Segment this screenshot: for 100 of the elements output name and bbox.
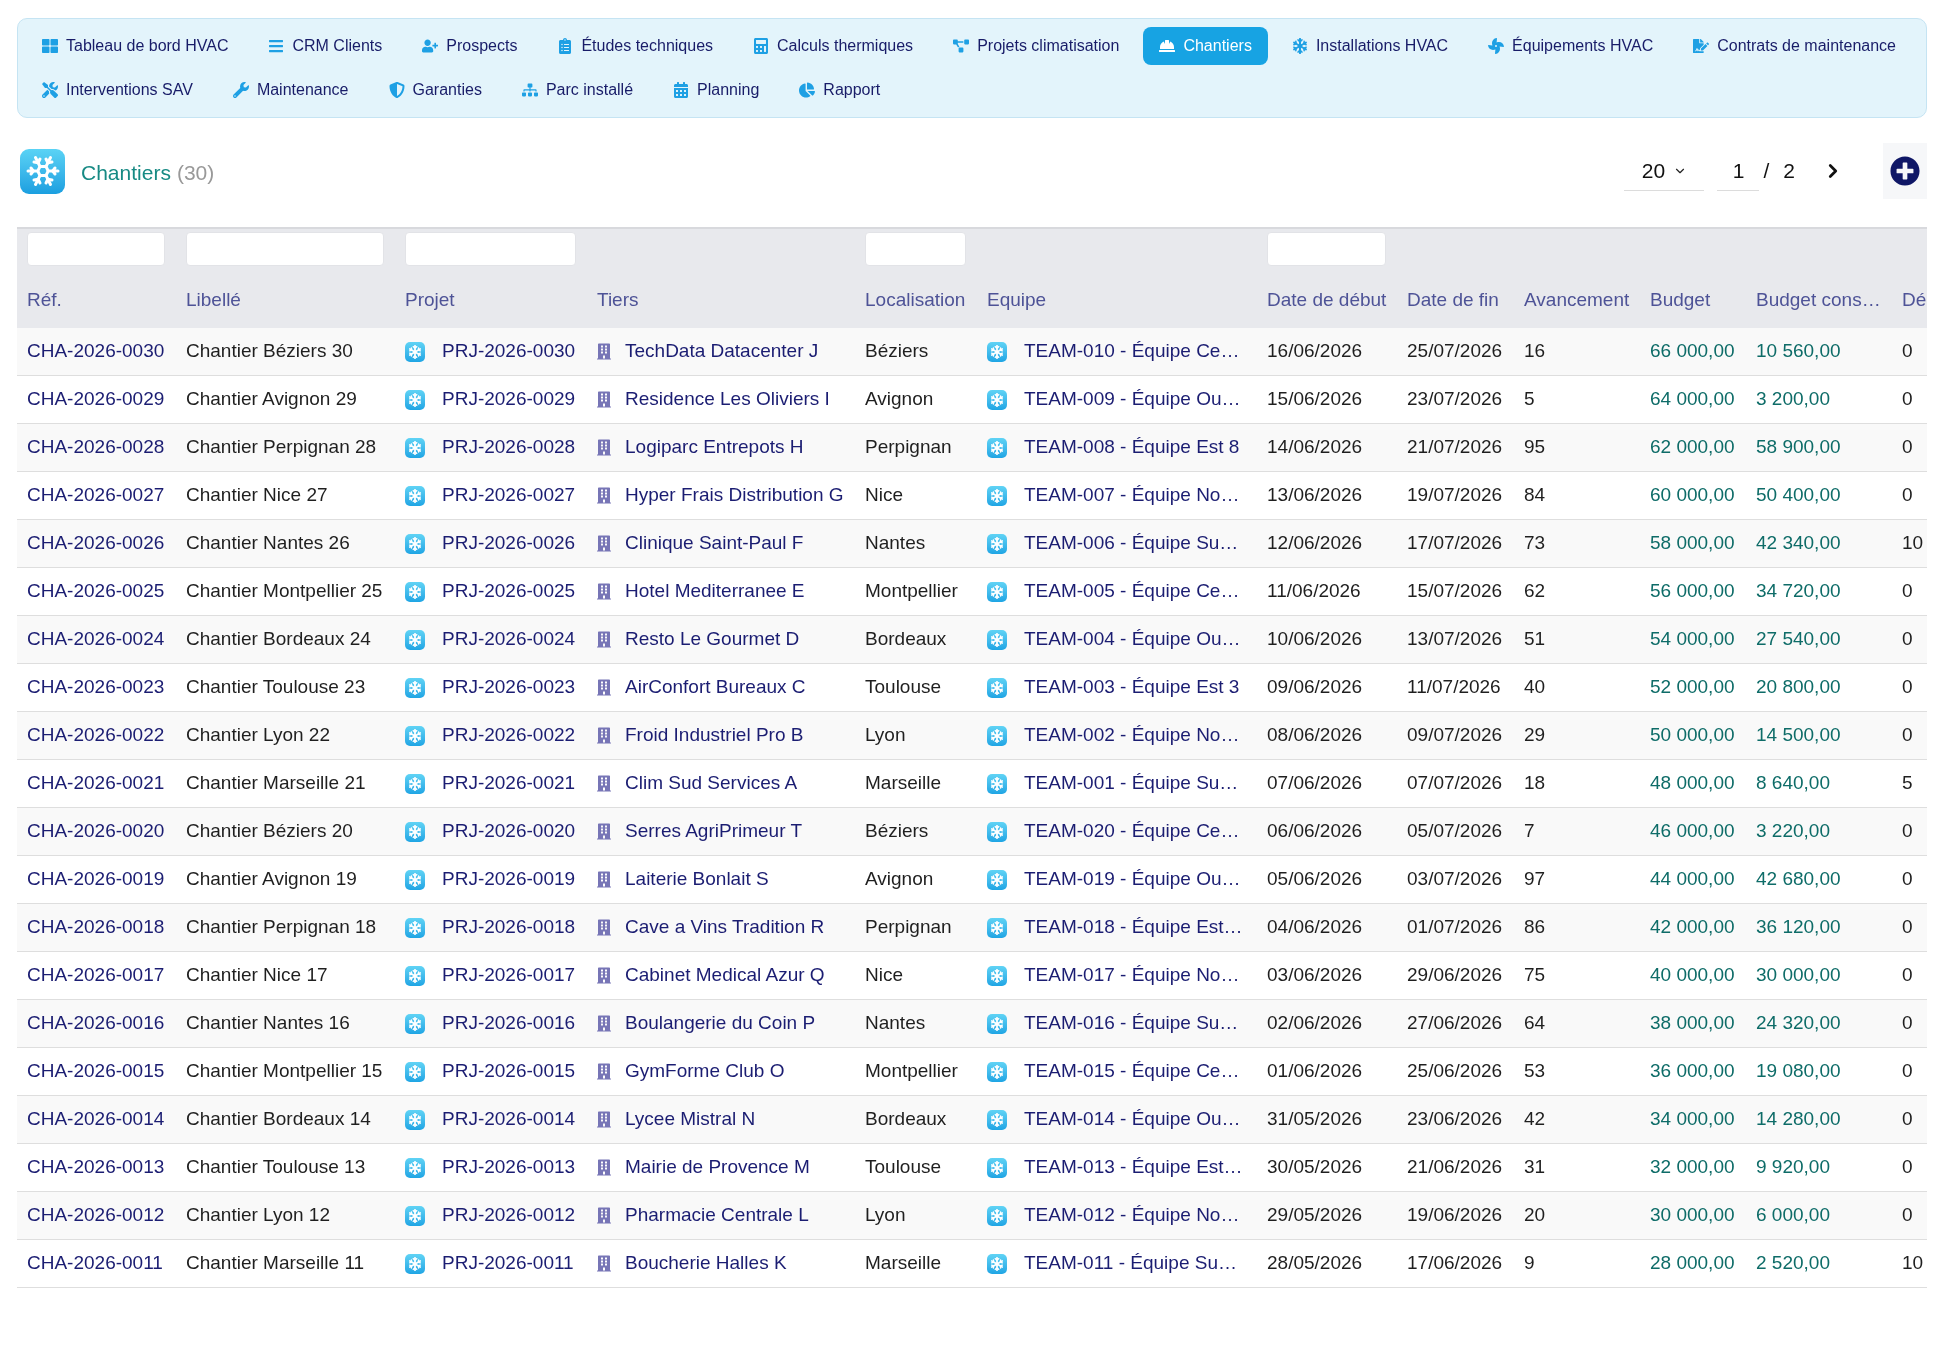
nav-tab[interactable]: Études techniques	[541, 27, 730, 65]
project-link[interactable]: PRJ-2026-0016	[442, 1009, 576, 1038]
nav-tab[interactable]: Parc installé	[505, 71, 650, 109]
add-button[interactable]	[1883, 143, 1927, 199]
team-link[interactable]: TEAM-016 - Équipe Su…	[1024, 1009, 1239, 1038]
ref-link[interactable]: CHA-2026-0011	[27, 1249, 163, 1278]
filter-field[interactable]	[405, 232, 576, 266]
ref-link[interactable]: CHA-2026-0026	[27, 529, 165, 558]
nav-tab[interactable]: Installations HVAC	[1275, 27, 1465, 65]
nav-tab[interactable]: CRM Clients	[252, 27, 399, 65]
team-link[interactable]: TEAM-002 - Équipe No…	[1024, 721, 1240, 750]
team-link[interactable]: TEAM-019 - Équipe Ou…	[1024, 865, 1241, 894]
project-link[interactable]: PRJ-2026-0022	[442, 721, 576, 750]
team-link[interactable]: TEAM-008 - Équipe Est 8	[1024, 433, 1240, 462]
ref-link[interactable]: CHA-2026-0016	[27, 1009, 165, 1038]
team-link[interactable]: TEAM-014 - Équipe Ou…	[1024, 1105, 1241, 1134]
company-link[interactable]: Logiparc Entrepots H	[625, 433, 804, 462]
company-link[interactable]: Cave a Vins Tradition R	[625, 913, 825, 942]
nav-tab[interactable]: Contrats de maintenance	[1677, 27, 1912, 65]
company-link[interactable]: Boulangerie du Coin P	[625, 1009, 816, 1038]
project-link[interactable]: PRJ-2026-0024	[442, 625, 576, 654]
ref-link[interactable]: CHA-2026-0018	[27, 913, 165, 942]
team-link[interactable]: TEAM-011 - Équipe Su…	[1024, 1249, 1237, 1278]
company-link[interactable]: Clinique Saint-Paul F	[625, 529, 804, 558]
team-link[interactable]: TEAM-001 - Équipe Su…	[1024, 769, 1239, 798]
team-link[interactable]: TEAM-017 - Équipe No…	[1024, 961, 1240, 990]
nav-tab[interactable]: Calculs thermiques	[737, 27, 930, 65]
ref-link[interactable]: CHA-2026-0029	[27, 385, 165, 414]
nav-tab[interactable]: Rapport	[783, 71, 897, 109]
ref-link[interactable]: CHA-2026-0022	[27, 721, 165, 750]
filter-field[interactable]	[865, 232, 966, 266]
team-link[interactable]: TEAM-010 - Équipe Ce…	[1024, 337, 1240, 366]
company-link[interactable]: TechData Datacenter J	[625, 337, 819, 366]
nav-tab[interactable]: Prospects	[406, 27, 534, 65]
company-link[interactable]: Boucherie Halles K	[625, 1249, 787, 1278]
team-link[interactable]: TEAM-012 - Équipe No…	[1024, 1201, 1240, 1230]
company-link[interactable]: Serres AgriPrimeur T	[625, 817, 803, 846]
project-link[interactable]: PRJ-2026-0030	[442, 337, 576, 366]
company-link[interactable]: Hotel Mediterranee E	[625, 577, 805, 606]
company-link[interactable]: Cabinet Medical Azur Q	[625, 961, 825, 990]
company-link[interactable]: Laiterie Bonlait S	[625, 865, 769, 894]
team-link[interactable]: TEAM-003 - Équipe Est 3	[1024, 673, 1240, 702]
team-link[interactable]: TEAM-015 - Équipe Ce…	[1024, 1057, 1240, 1086]
team-link[interactable]: TEAM-004 - Équipe Ou…	[1024, 625, 1241, 654]
project-link[interactable]: PRJ-2026-0011	[442, 1249, 574, 1278]
team-link[interactable]: TEAM-007 - Équipe No…	[1024, 481, 1240, 510]
company-link[interactable]: Pharmacie Centrale L	[625, 1201, 809, 1230]
team-link[interactable]: TEAM-006 - Équipe Su…	[1024, 529, 1239, 558]
ref-link[interactable]: CHA-2026-0027	[27, 481, 165, 510]
team-link[interactable]: TEAM-009 - Équipe Ou…	[1024, 385, 1241, 414]
ref-link[interactable]: CHA-2026-0013	[27, 1153, 165, 1182]
project-link[interactable]: PRJ-2026-0021	[442, 769, 576, 798]
project-link[interactable]: PRJ-2026-0012	[442, 1201, 576, 1230]
ref-link[interactable]: CHA-2026-0017	[27, 961, 165, 990]
filter-field[interactable]	[186, 232, 384, 266]
nav-tab[interactable]: Équipements HVAC	[1472, 27, 1670, 65]
company-link[interactable]: AirConfort Bureaux C	[625, 673, 806, 702]
filter-field[interactable]	[1267, 232, 1386, 266]
company-link[interactable]: Mairie de Provence M	[625, 1153, 810, 1182]
team-link[interactable]: TEAM-005 - Équipe Ce…	[1024, 577, 1240, 606]
page-field[interactable]: 1	[1717, 151, 1760, 191]
nav-tab[interactable]: Interventions SAV	[26, 71, 209, 109]
filter-field[interactable]	[27, 232, 165, 266]
nav-tab[interactable]: Garanties	[372, 71, 498, 109]
team-link[interactable]: TEAM-013 - Équipe Est…	[1024, 1153, 1243, 1182]
team-link[interactable]: TEAM-018 - Équipe Est…	[1024, 913, 1243, 942]
ref-link[interactable]: CHA-2026-0012	[27, 1201, 165, 1230]
company-link[interactable]: Residence Les Oliviers I	[625, 385, 830, 414]
nav-tab[interactable]: Maintenance	[216, 71, 365, 109]
project-link[interactable]: PRJ-2026-0028	[442, 433, 576, 462]
project-link[interactable]: PRJ-2026-0013	[442, 1153, 576, 1182]
ref-link[interactable]: CHA-2026-0019	[27, 865, 165, 894]
project-link[interactable]: PRJ-2026-0023	[442, 673, 576, 702]
ref-link[interactable]: CHA-2026-0024	[27, 625, 165, 654]
ref-link[interactable]: CHA-2026-0021	[27, 769, 165, 798]
nav-tab[interactable]: Projets climatisation	[937, 27, 1136, 65]
project-link[interactable]: PRJ-2026-0027	[442, 481, 576, 510]
project-link[interactable]: PRJ-2026-0029	[442, 385, 576, 414]
project-link[interactable]: PRJ-2026-0014	[442, 1105, 576, 1134]
project-link[interactable]: PRJ-2026-0019	[442, 865, 576, 894]
ref-link[interactable]: CHA-2026-0014	[27, 1105, 165, 1134]
company-link[interactable]: Clim Sud Services A	[625, 769, 798, 798]
nav-tab[interactable]: Tableau de bord HVAC	[26, 27, 245, 65]
project-link[interactable]: PRJ-2026-0018	[442, 913, 576, 942]
ref-link[interactable]: CHA-2026-0020	[27, 817, 165, 846]
company-link[interactable]: GymForme Club O	[625, 1057, 785, 1086]
project-link[interactable]: PRJ-2026-0015	[442, 1057, 576, 1086]
project-link[interactable]: PRJ-2026-0026	[442, 529, 576, 558]
ref-link[interactable]: CHA-2026-0023	[27, 673, 165, 702]
ref-link[interactable]: CHA-2026-0025	[27, 577, 165, 606]
ref-link[interactable]: CHA-2026-0015	[27, 1057, 165, 1086]
project-link[interactable]: PRJ-2026-0017	[442, 961, 576, 990]
company-link[interactable]: Resto Le Gourmet D	[625, 625, 800, 654]
company-link[interactable]: Lycee Mistral N	[625, 1105, 756, 1134]
project-link[interactable]: PRJ-2026-0025	[442, 577, 576, 606]
company-link[interactable]: Froid Industriel Pro B	[625, 721, 804, 750]
page-size-select[interactable]: 20	[1624, 151, 1705, 191]
company-link[interactable]: Hyper Frais Distribution G	[625, 481, 844, 510]
nav-tab[interactable]: Planning	[657, 71, 776, 109]
ref-link[interactable]: CHA-2026-0030	[27, 337, 165, 366]
